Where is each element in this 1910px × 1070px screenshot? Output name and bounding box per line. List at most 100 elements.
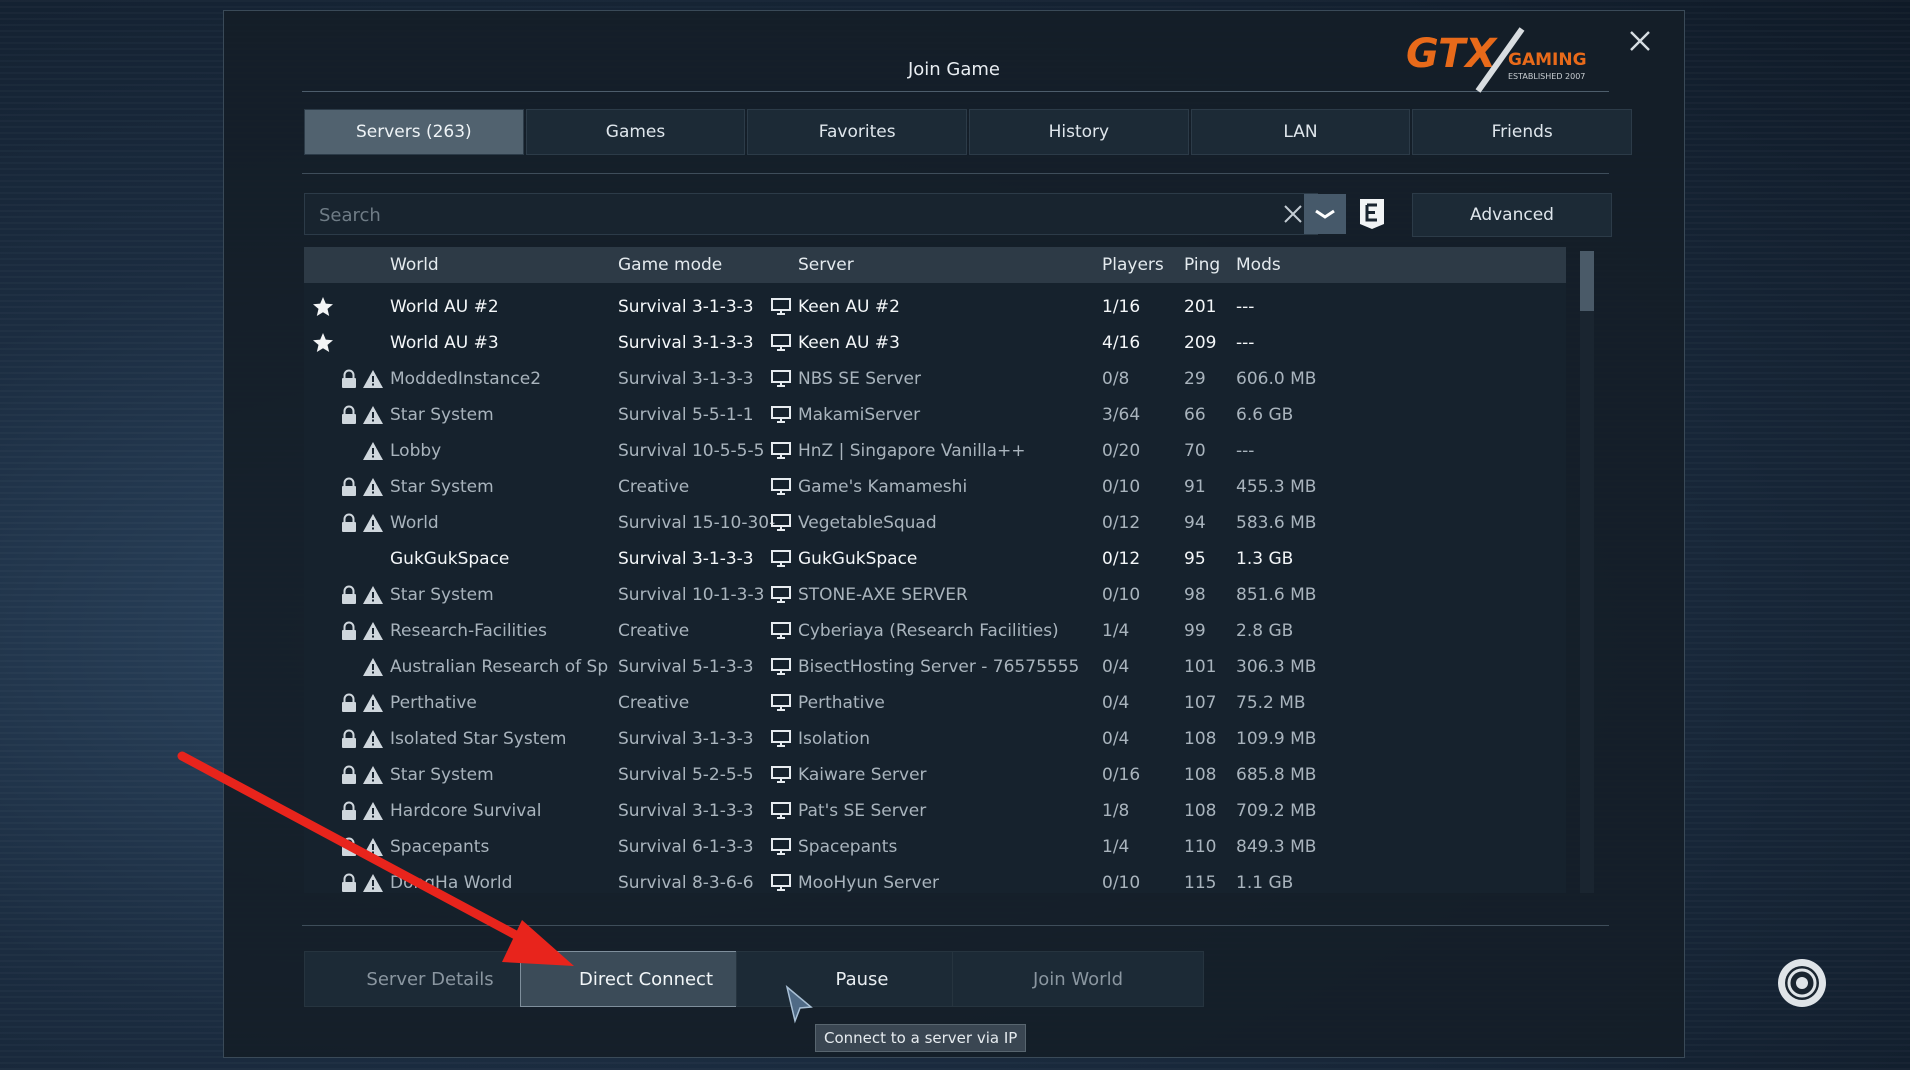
direct-connect-button[interactable]: Direct Connect [520, 951, 772, 1007]
cell-mods: 851.6 MB [1236, 585, 1317, 605]
cell-world: Spacepants [390, 837, 490, 857]
tab-friends[interactable]: Friends [1412, 109, 1633, 155]
cell-server: Perthative [798, 693, 885, 713]
cell-mode: Survival 5-2-5-5 [618, 765, 754, 785]
close-icon[interactable] [1624, 25, 1656, 57]
cell-ping: 95 [1184, 549, 1206, 569]
col-game-mode[interactable]: Game mode [618, 247, 722, 283]
join-game-dialog: Join Game GTX GAMING ESTABLISHED 2007 Se… [223, 10, 1826, 1058]
lock-icon [342, 837, 356, 856]
monitor-icon [771, 730, 791, 747]
cell-ping: 201 [1184, 297, 1217, 317]
warning-icon [363, 406, 383, 424]
cell-ping: 98 [1184, 585, 1206, 605]
col-server[interactable]: Server [798, 247, 854, 283]
lock-icon [342, 693, 356, 712]
advanced-button[interactable]: Advanced [1412, 193, 1612, 237]
tab-servers[interactable]: Servers (263) [304, 109, 524, 155]
cell-ping: 108 [1184, 765, 1217, 785]
cell-players: 0/12 [1102, 549, 1141, 569]
table-row[interactable]: Isolated Star System Survival 3-1-3-3 Isol… [304, 721, 1566, 757]
table-row[interactable]: Star System Survival 5-5-1-1 MakamiServer 3… [304, 397, 1566, 433]
col-ping[interactable]: Ping [1184, 247, 1220, 283]
monitor-icon [771, 874, 791, 891]
cell-players: 0/16 [1102, 765, 1141, 785]
tab-lan[interactable]: LAN [1190, 109, 1411, 155]
cell-mode: Creative [618, 621, 690, 641]
tab-history[interactable]: History [969, 109, 1189, 155]
warning-icon [363, 802, 383, 820]
cell-ping: 107 [1184, 693, 1217, 713]
logo-subline: ESTABLISHED 2007 [1508, 72, 1585, 81]
table-row[interactable]: World Survival 15-10-30- VegetableSquad 0/1… [304, 505, 1566, 541]
tab-bar: Servers (263) Games Favorites History LA… [304, 109, 1633, 155]
cell-world: World AU #3 [390, 333, 499, 353]
cell-mode: Survival 6-1-3-3 [618, 837, 754, 857]
cell-server: MakamiServer [798, 405, 921, 425]
table-row[interactable]: Spacepants Survival 6-1-3-3 Spacepants 1/4 1… [304, 829, 1566, 865]
filter-toggle-button[interactable] [1304, 194, 1346, 234]
monitor-icon [771, 406, 791, 423]
gtx-gaming-logo: GTX GAMING ESTABLISHED 2007 [1406, 27, 1587, 93]
table-row[interactable]: World AU #3 Survival 3-1-3-3 Keen AU #3 4/1… [304, 325, 1566, 361]
table-row[interactable]: Perthative Creative Perthative 0/4 107 75.2 M… [304, 685, 1566, 721]
cell-mods: 109.9 MB [1236, 729, 1317, 749]
cell-world: Isolated Star System [390, 729, 567, 749]
cell-mods: 306.3 MB [1236, 657, 1317, 677]
cell-server: STONE-AXE SERVER [798, 585, 968, 605]
cell-ping: 108 [1184, 729, 1217, 749]
cell-server: Cyberiaya (Research Facilities) [798, 621, 1059, 641]
cell-players: 1/8 [1102, 801, 1130, 821]
table-row[interactable]: DongHa World Survival 8-3-6-6 MooHyun Serv… [304, 865, 1566, 893]
table-row[interactable]: World AU #2 Survival 3-1-3-3 Keen AU #2 1/1… [304, 289, 1566, 325]
col-world[interactable]: World [390, 247, 439, 283]
tab-games[interactable]: Games [525, 109, 746, 155]
search-input[interactable] [317, 194, 1261, 236]
cell-mode: Survival 10-1-3-3 [618, 585, 765, 605]
scroll-thumb[interactable] [1580, 251, 1594, 311]
monitor-icon [771, 802, 791, 819]
cell-mods: 709.2 MB [1236, 801, 1317, 821]
cell-mods: 455.3 MB [1236, 477, 1317, 497]
table-row[interactable]: GukGukSpace Survival 3-1-3-3 GukGukSpace 0/… [304, 541, 1566, 577]
warning-icon [363, 586, 383, 604]
lock-icon [342, 477, 356, 496]
epic-filter-button[interactable] [1351, 194, 1393, 234]
cell-mods: 75.2 MB [1236, 693, 1306, 713]
table-row[interactable]: Research-Facilities Creative Cyberiaya (Re… [304, 613, 1566, 649]
search-box [304, 193, 1318, 236]
join-world-button[interactable]: Join World [952, 951, 1204, 1007]
clear-search-icon[interactable] [1281, 202, 1305, 226]
cell-server: Pat's SE Server [798, 801, 927, 821]
table-row[interactable]: Lobby Survival 10-5-5-5 HnZ | Singapore Va… [304, 433, 1566, 469]
cell-players: 0/10 [1102, 585, 1141, 605]
cell-mods: 2.8 GB [1236, 621, 1294, 641]
lock-icon [342, 405, 356, 424]
cell-players: 0/8 [1102, 369, 1130, 389]
cell-server: Keen AU #3 [798, 333, 900, 353]
table-row[interactable]: Star System Survival 5-2-5-5 Kaiware Serve… [304, 757, 1566, 793]
lock-icon [342, 585, 356, 604]
monitor-icon [771, 766, 791, 783]
table-row[interactable]: Australian Research of Sp Survival 5-1-3-… [304, 649, 1566, 685]
logo-tagline: GAMING [1508, 50, 1587, 70]
warning-icon [363, 766, 383, 784]
cell-mode: Survival 3-1-3-3 [618, 333, 754, 353]
cell-ping: 94 [1184, 513, 1206, 533]
favorite-star-icon[interactable] [312, 296, 334, 318]
settings-icon[interactable] [1774, 955, 1830, 1011]
monitor-icon [771, 622, 791, 639]
favorite-star-icon[interactable] [312, 332, 334, 354]
col-mods[interactable]: Mods [1236, 247, 1281, 283]
pause-button[interactable]: Pause [736, 951, 988, 1007]
table-scrollbar[interactable] [1580, 251, 1594, 893]
col-players[interactable]: Players [1102, 247, 1164, 283]
server-details-button[interactable]: Server Details [304, 951, 556, 1007]
cell-mode: Survival 3-1-3-3 [618, 801, 754, 821]
table-row[interactable]: Star System Survival 10-1-3-3 STONE-AXE SE… [304, 577, 1566, 613]
table-row[interactable]: ModdedInstance2 Survival 3-1-3-3 NBS SE Se… [304, 361, 1566, 397]
table-row[interactable]: Star System Creative Game's Kamameshi 0/10 9… [304, 469, 1566, 505]
cell-world: Star System [390, 477, 494, 497]
table-row[interactable]: Hardcore Survival Survival 3-1-3-3 Pat's S… [304, 793, 1566, 829]
tab-favorites[interactable]: Favorites [747, 109, 968, 155]
